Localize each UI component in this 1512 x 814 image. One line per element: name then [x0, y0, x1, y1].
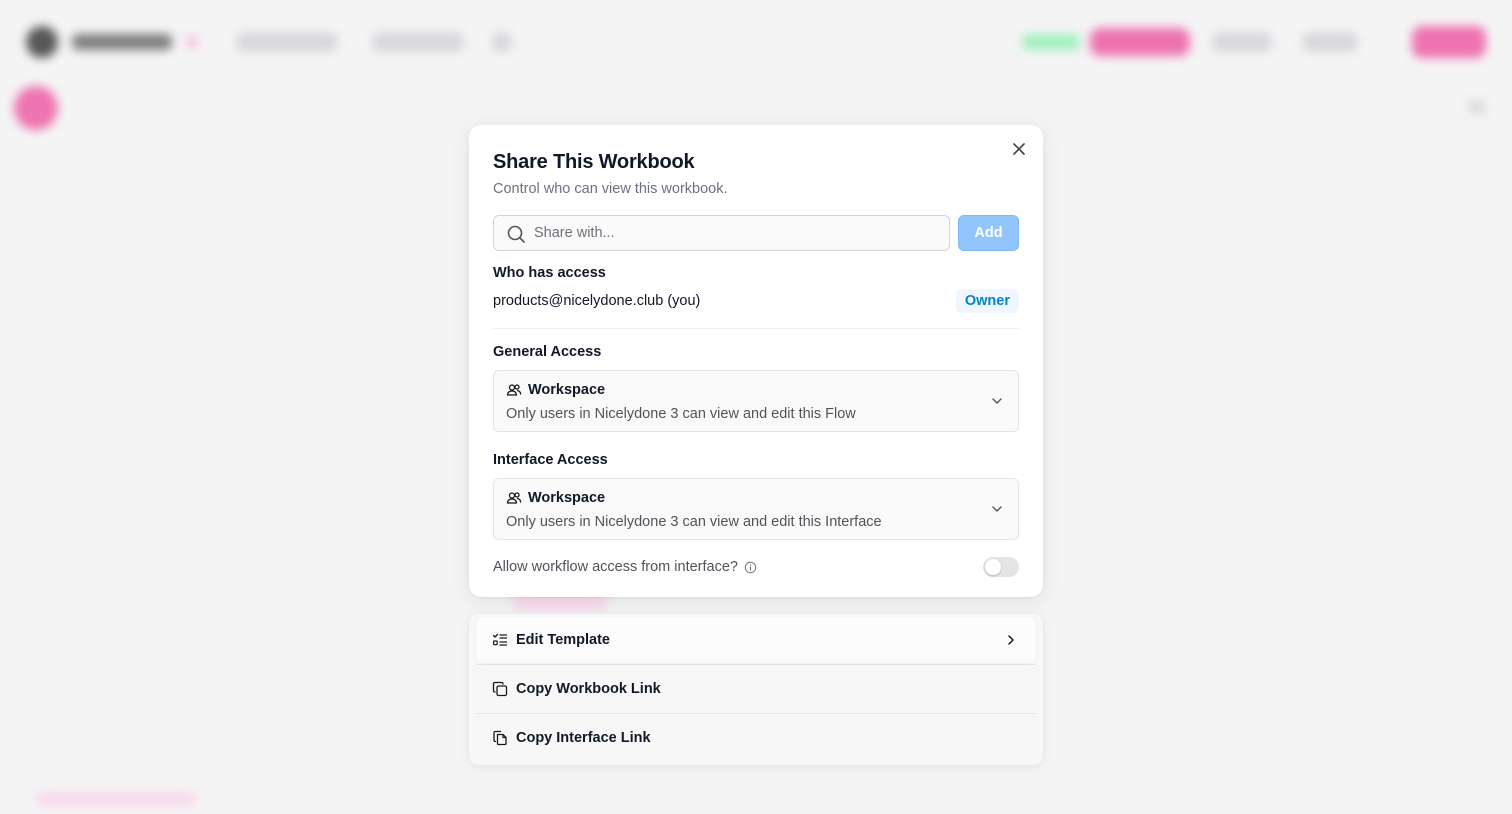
general-access-select-header: Workspace: [506, 380, 1006, 400]
general-access-selected-description: Only users in Nicelydone 3 can view and …: [506, 406, 856, 422]
interface-access-selected-title: Workspace: [528, 490, 606, 506]
menu-item-label: Copy Workbook Link: [516, 681, 661, 697]
general-access-label: General Access: [493, 344, 602, 360]
chevron-down-icon: [992, 398, 1002, 404]
background-button: [1212, 32, 1272, 52]
menu-divider: [476, 713, 1036, 714]
menu-item-copy-interface-link[interactable]: Copy Interface Link: [476, 715, 1036, 761]
search-icon: [507, 225, 525, 243]
background-topbar: [0, 0, 1512, 86]
chevron-down-icon: [992, 506, 1002, 512]
general-access-selected-title: Workspace: [528, 382, 606, 398]
owner-role-badge: Owner: [955, 289, 1019, 313]
menu-item-label: Copy Interface Link: [516, 730, 651, 746]
menu-item-label: Edit Template: [516, 632, 610, 648]
workflow-access-row: Allow workflow access from interface?: [493, 556, 1019, 578]
menu-divider: [476, 664, 1036, 665]
background-dot: [186, 36, 198, 48]
background-status: [1022, 34, 1080, 50]
background-button: [1090, 28, 1190, 56]
owner-email: products@nicelydone.club (you): [493, 293, 701, 309]
files-icon: [493, 730, 507, 746]
workflow-access-toggle[interactable]: [983, 557, 1019, 577]
menu-item-edit-template[interactable]: Edit Template: [476, 617, 1036, 663]
copy-icon: [492, 681, 508, 697]
interface-access-selected-description: Only users in Nicelydone 3 can view and …: [506, 514, 882, 530]
modal-title: Share This Workbook: [493, 151, 695, 173]
interface-access-select-header: Workspace: [506, 488, 1006, 508]
background-tab: [372, 32, 464, 52]
users-icon: [506, 384, 522, 396]
info-icon[interactable]: [744, 561, 757, 574]
list-checks-icon: [492, 633, 508, 646]
share-row: Add: [493, 215, 1019, 251]
background-button: [1412, 26, 1486, 58]
interface-access-select[interactable]: Workspace Only users in Nicelydone 3 can…: [493, 478, 1019, 540]
interface-access-label: Interface Access: [493, 452, 608, 468]
modal-subtitle: Control who can view this workbook.: [493, 181, 728, 197]
owner-row: products@nicelydone.club (you) Owner: [493, 287, 1019, 315]
workflow-access-label: Allow workflow access from interface?: [493, 559, 738, 575]
workbook-actions-menu: Edit Template Copy Workbook Link Copy In…: [469, 614, 1043, 765]
share-modal: Share This Workbook Control who can view…: [469, 125, 1043, 597]
background-logo: [26, 26, 58, 58]
close-button[interactable]: [1009, 139, 1029, 159]
close-icon: [1013, 143, 1025, 155]
background-button: [1302, 32, 1358, 52]
divider: [493, 328, 1019, 329]
share-input-wrapper: [493, 215, 950, 251]
add-button[interactable]: Add: [958, 215, 1019, 251]
background-icon: [1468, 100, 1486, 114]
users-icon: [506, 492, 522, 504]
background-title: [72, 34, 172, 50]
background-tab: [492, 32, 512, 52]
workflow-access-label-group: Allow workflow access from interface?: [493, 559, 757, 575]
menu-item-copy-workbook-link[interactable]: Copy Workbook Link: [476, 666, 1036, 712]
share-with-input[interactable]: [494, 216, 949, 250]
toggle-knob: [985, 559, 1001, 575]
background-tab: [236, 32, 338, 52]
general-access-select[interactable]: Workspace Only users in Nicelydone 3 can…: [493, 370, 1019, 432]
chevron-right-icon: [1008, 635, 1014, 645]
who-has-access-label: Who has access: [493, 265, 606, 281]
background-footer: [36, 792, 196, 806]
background-avatar: [14, 86, 58, 130]
